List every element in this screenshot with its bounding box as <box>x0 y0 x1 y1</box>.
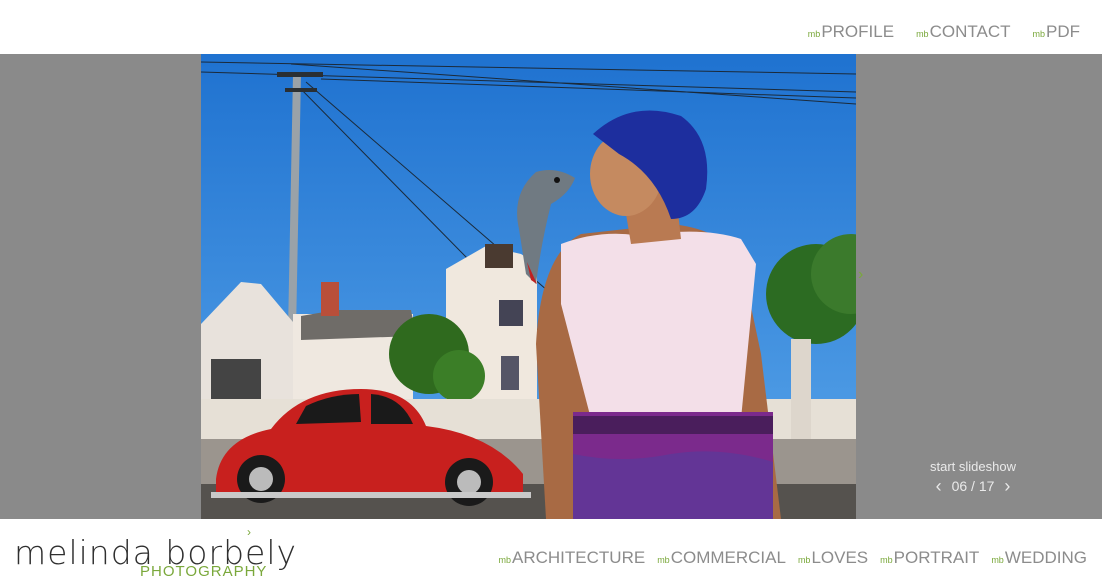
nav-pdf-link[interactable]: mb PDF <box>1032 22 1080 42</box>
previous-image-button[interactable]: ‹ <box>936 477 942 495</box>
photo-illustration <box>201 54 856 519</box>
nav-wedding-label: WEDDING <box>1004 548 1087 567</box>
mb-prefix: mb <box>498 555 512 565</box>
mb-prefix: mb <box>880 555 893 565</box>
nav-profile-link[interactable]: mb PROFILE <box>808 22 894 42</box>
next-image-arrow[interactable]: › <box>858 266 863 284</box>
mb-prefix: mb <box>797 555 811 565</box>
nav-pdf-label: PDF <box>1046 22 1080 41</box>
nav-loves-link[interactable]: mb LOVES <box>798 548 868 568</box>
top-navigation: mb PROFILE mb CONTACT mb PDF <box>0 0 1102 54</box>
gallery-photo[interactable] <box>201 54 856 519</box>
gallery-stage: › start slideshow ‹ 06 / 17 › <box>0 54 1102 519</box>
mb-prefix: mb <box>916 29 929 39</box>
nav-architecture-link[interactable]: mb ARCHITECTURE <box>499 548 646 568</box>
logo-subtitle: PHOTOGRAPHY <box>140 563 268 580</box>
nav-commercial-label: COMMERCIAL <box>670 548 786 567</box>
nav-wedding-link[interactable]: mb WEDDING <box>991 548 1087 568</box>
mb-prefix: mb <box>991 555 1004 565</box>
start-slideshow-button[interactable]: start slideshow <box>926 459 1020 474</box>
mb-prefix: mb <box>1032 29 1045 39</box>
nav-commercial-link[interactable]: mb COMMERCIAL <box>657 548 786 568</box>
nav-loves-label: LOVES <box>811 548 869 567</box>
category-navigation: mb ARCHITECTURE mb COMMERCIAL mb LOVES mb PO… <box>499 548 1088 568</box>
site-logo[interactable]: melinda borbely › PHOTOGRAPHY <box>14 525 304 580</box>
next-image-button[interactable]: › <box>1004 477 1010 495</box>
slideshow-controls: start slideshow ‹ 06 / 17 › <box>926 459 1020 495</box>
mb-prefix: mb <box>807 29 821 39</box>
nav-portrait-link[interactable]: mb PORTRAIT <box>880 548 979 568</box>
nav-portrait-label: PORTRAIT <box>893 548 980 567</box>
logo-accent-mark: › <box>247 525 251 539</box>
nav-contact-label: CONTACT <box>929 22 1011 41</box>
mb-prefix: mb <box>657 555 670 565</box>
image-counter: 06 / 17 <box>951 478 995 494</box>
nav-architecture-label: ARCHITECTURE <box>512 548 646 567</box>
nav-contact-link[interactable]: mb CONTACT <box>916 22 1010 42</box>
footer: melinda borbely › PHOTOGRAPHY mb ARCHITEC… <box>0 519 1102 580</box>
image-counter-row: ‹ 06 / 17 › <box>926 477 1020 495</box>
nav-profile-label: PROFILE <box>821 22 895 41</box>
